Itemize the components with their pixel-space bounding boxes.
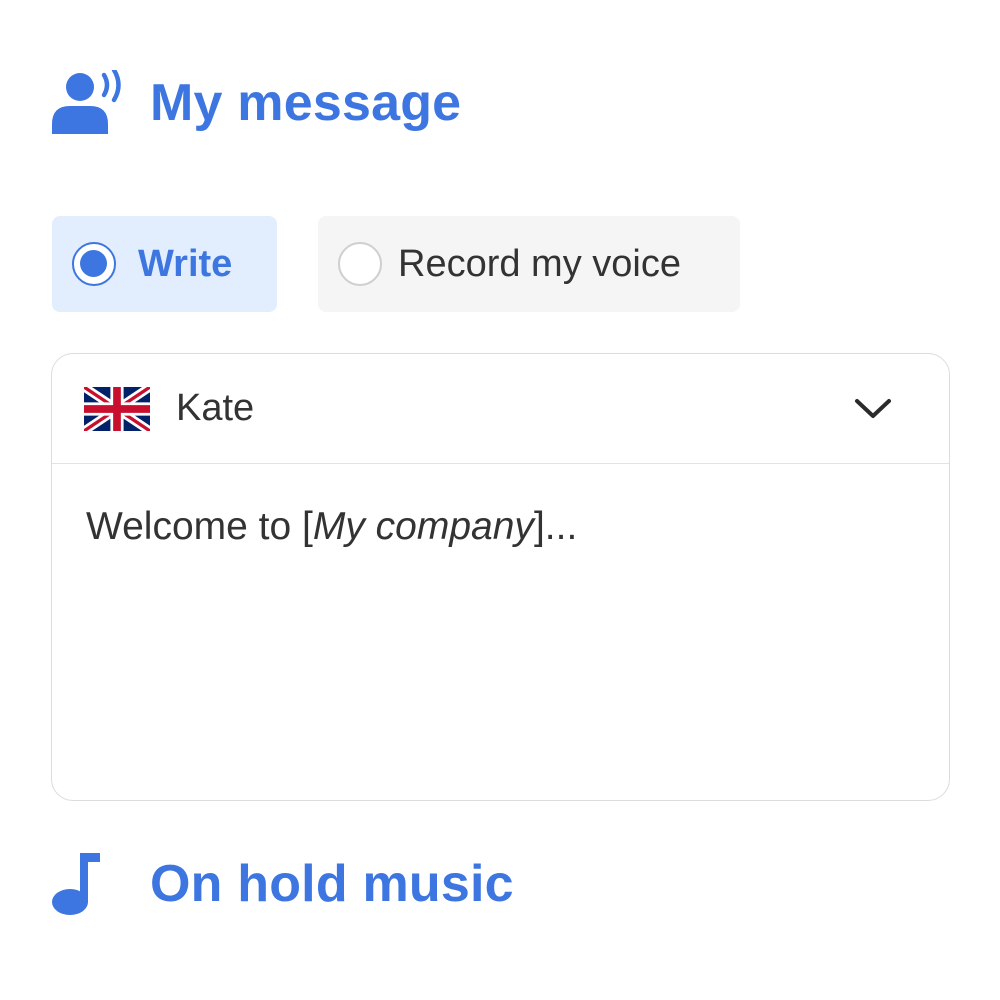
record-voice-label: Record my voice [398, 242, 681, 285]
write-radio[interactable] [72, 242, 116, 286]
message-text-before: Welcome to [ [86, 505, 313, 548]
write-option[interactable]: Write [52, 216, 277, 312]
person-speaking-icon [52, 70, 121, 134]
message-textarea[interactable]: Welcome to [My company]... [52, 464, 949, 551]
record-voice-radio[interactable] [338, 242, 382, 286]
my-message-title: My message [150, 74, 462, 132]
record-voice-option[interactable]: Record my voice [318, 216, 740, 312]
on-hold-music-title: On hold music [150, 855, 514, 913]
chevron-down-icon[interactable] [853, 397, 893, 421]
voice-dropdown[interactable]: Kate [52, 354, 949, 464]
message-text-after: ]... [533, 505, 578, 548]
message-editor: Kate Welcome to [My company]... [51, 353, 950, 801]
ivr-settings-panel: My message Write Record my voice Kate We… [0, 0, 1000, 1000]
voice-name: Kate [176, 387, 255, 429]
message-mode-radio-group: Write Record my voice [52, 216, 740, 312]
music-note-icon [52, 853, 100, 915]
company-placeholder: My company [312, 505, 534, 548]
my-message-header: My message [50, 68, 461, 138]
uk-flag-icon [84, 386, 150, 431]
on-hold-music-header: On hold music [50, 846, 514, 922]
write-label: Write [138, 242, 233, 285]
